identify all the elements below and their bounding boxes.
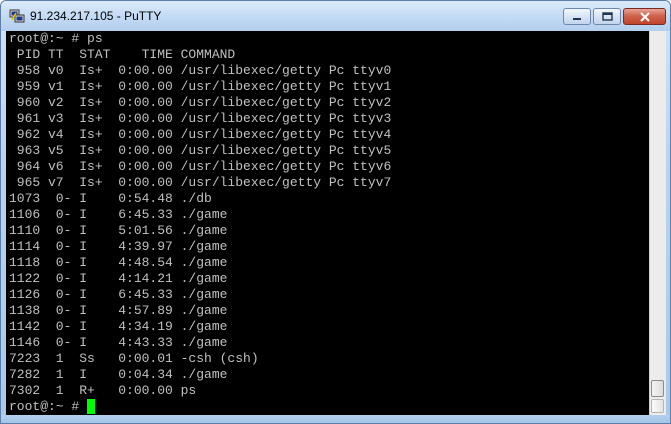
terminal-prompt-line: root@:~ #	[9, 399, 391, 415]
terminal-line: 964 v6 Is+ 0:00.00 /usr/libexec/getty Pc…	[9, 159, 392, 174]
vertical-scrollbar[interactable]	[649, 31, 666, 415]
close-button[interactable]	[623, 8, 666, 25]
terminal-line: 1146 0- I 4:43.33 ./game	[9, 335, 228, 350]
maximize-icon	[601, 12, 613, 21]
text-cursor	[87, 399, 96, 414]
terminal-line: 959 v1 Is+ 0:00.00 /usr/libexec/getty Pc…	[9, 79, 392, 94]
terminal-line: 1142 0- I 4:34.19 ./game	[9, 319, 228, 334]
terminal-line: 961 v3 Is+ 0:00.00 /usr/libexec/getty Pc…	[9, 111, 392, 126]
terminal-line: 7282 1 I 0:04.34 ./game	[9, 367, 228, 382]
terminal-line: 7302 1 R+ 0:00.00 ps	[9, 383, 197, 398]
shell-prompt: root@:~ #	[9, 399, 88, 414]
scroll-down-button[interactable]	[651, 399, 664, 413]
terminal-line: 1073 0- I 0:54.48 ./db	[9, 191, 212, 206]
terminal-line: 1114 0- I 4:39.97 ./game	[9, 239, 228, 254]
terminal-line: 1122 0- I 4:14.21 ./game	[9, 271, 228, 286]
terminal-line: 7223 1 Ss 0:00.01 -csh (csh)	[9, 351, 259, 366]
minimize-button[interactable]	[563, 8, 591, 25]
minimize-icon	[573, 17, 581, 20]
terminal-area[interactable]: root@:~ # ps PID TT STAT TIME COMMAND 95…	[6, 31, 649, 415]
terminal-line: 960 v2 Is+ 0:00.00 /usr/libexec/getty Pc…	[9, 95, 392, 110]
terminal-line: 963 v5 Is+ 0:00.00 /usr/libexec/getty Pc…	[9, 143, 392, 158]
close-icon	[639, 11, 650, 22]
window-title: 91.234.217.105 - PuTTY	[30, 9, 162, 23]
terminal-line: 958 v0 Is+ 0:00.00 /usr/libexec/getty Pc…	[9, 63, 392, 78]
terminal-line: 1126 0- I 6:45.33 ./game	[9, 287, 228, 302]
terminal-line: 962 v4 Is+ 0:00.00 /usr/libexec/getty Pc…	[9, 127, 392, 142]
title-bar[interactable]: 91.234.217.105 - PuTTY	[1, 1, 670, 31]
putty-window: 91.234.217.105 - PuTTY root@:~ # ps PID …	[0, 0, 671, 424]
maximize-button[interactable]	[593, 8, 621, 25]
terminal-line: PID TT STAT TIME COMMAND	[9, 47, 236, 62]
terminal-line: root@:~ # ps	[9, 31, 103, 46]
caption-buttons	[563, 8, 666, 25]
terminal-line: 1138 0- I 4:57.89 ./game	[9, 303, 228, 318]
terminal-line: 1118 0- I 4:48.54 ./game	[9, 255, 228, 270]
terminal-output: root@:~ # ps PID TT STAT TIME COMMAND 95…	[9, 31, 391, 415]
terminal-line: 1110 0- I 5:01.56 ./game	[9, 223, 228, 238]
putty-icon[interactable]	[9, 9, 25, 23]
scrollbar-thumb[interactable]	[651, 380, 664, 397]
terminal-line: 965 v7 Is+ 0:00.00 /usr/libexec/getty Pc…	[9, 175, 392, 190]
window-bottom-border	[1, 415, 670, 423]
terminal-line: 1106 0- I 6:45.33 ./game	[9, 207, 228, 222]
